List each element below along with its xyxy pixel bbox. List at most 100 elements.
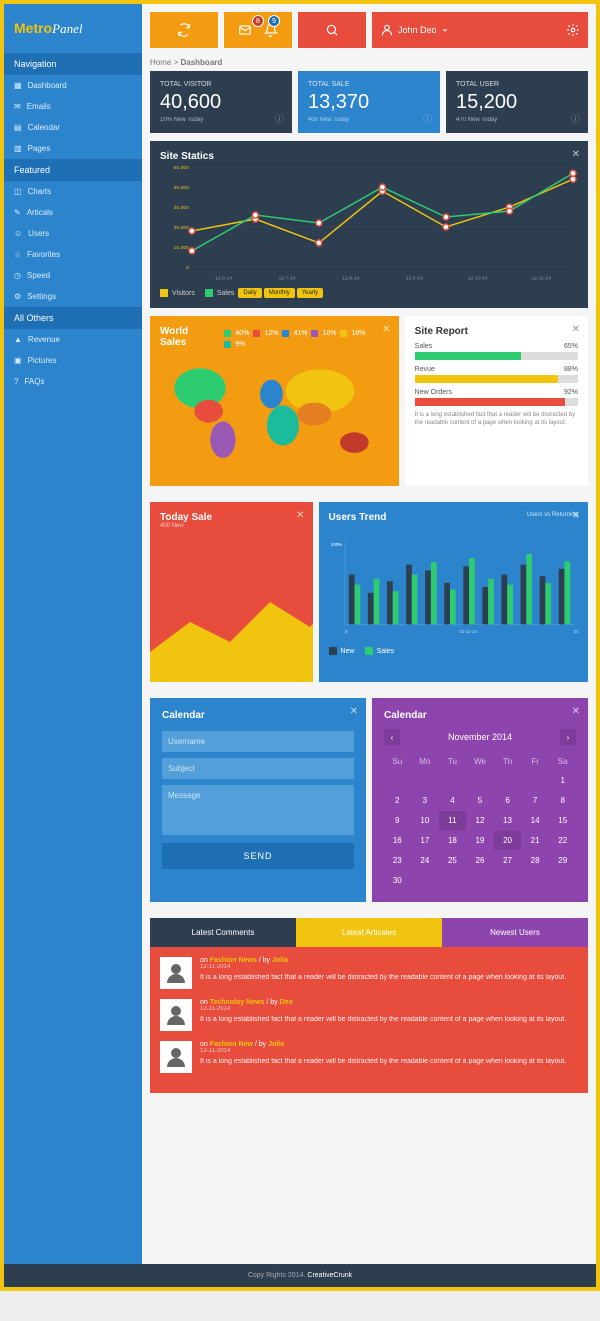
calendar-icon: ▤ xyxy=(14,123,22,132)
svg-text:12-6-14: 12-6-14 xyxy=(215,276,232,282)
cal-dow: Mo xyxy=(412,753,439,770)
tab-comments[interactable]: Latest Comments xyxy=(150,918,296,947)
svg-text:12-10-14: 12-10-14 xyxy=(468,276,488,282)
chart-yearly-button[interactable]: Yearly xyxy=(297,288,323,298)
cal-day[interactable]: 30 xyxy=(384,871,411,890)
cal-day[interactable]: 19 xyxy=(467,831,494,850)
svg-text:12-8-14: 12-8-14 xyxy=(342,276,359,282)
cal-day[interactable]: 11 xyxy=(439,811,466,830)
cal-day[interactable]: 18 xyxy=(439,831,466,850)
close-icon[interactable]: ✕ xyxy=(572,706,580,717)
main: 8 9 John Deo Home > Dashboard TOTAL VISI… xyxy=(142,4,596,1109)
sidebar: MetroPanel Navigation▦Dashboard✉Emails▤C… xyxy=(4,4,142,1264)
tab-articles[interactable]: Latest Articales xyxy=(296,918,442,947)
nav-item-emails[interactable]: ✉Emails xyxy=(4,96,142,117)
chevron-down-icon xyxy=(441,26,449,34)
cal-day[interactable]: 1 xyxy=(549,771,576,790)
search-tile[interactable] xyxy=(298,12,366,48)
subject-input[interactable] xyxy=(162,758,354,779)
nav-item-users[interactable]: ☺Users xyxy=(4,223,142,244)
cal-next-button[interactable]: › xyxy=(560,729,576,745)
nav-item-calendar[interactable]: ▤Calendar xyxy=(4,117,142,138)
chart-legend: Visitors Sales Daily Monthly Yearly xyxy=(160,288,578,298)
cal-dow: Tu xyxy=(439,753,466,770)
svg-text:50,000: 50,000 xyxy=(174,165,189,171)
today-sale-panel: ✕ Today Sale 400 New 400 xyxy=(150,502,313,682)
svg-text:10,000: 10,000 xyxy=(174,245,189,251)
cal-day[interactable]: 25 xyxy=(439,851,466,870)
nav-item-favorites[interactable]: ☆Favorites xyxy=(4,244,142,265)
cal-day[interactable]: 27 xyxy=(494,851,521,870)
message-input[interactable] xyxy=(162,785,354,835)
cal-day[interactable]: 6 xyxy=(494,791,521,810)
cal-day[interactable]: 9 xyxy=(384,811,411,830)
cal-dow: We xyxy=(467,753,494,770)
nav-item-faqs[interactable]: ?FAQs xyxy=(4,371,142,392)
cal-day[interactable]: 20 xyxy=(494,831,521,850)
nav-item-articals[interactable]: ✎Articals xyxy=(4,202,142,223)
mail-tile[interactable]: 8 9 xyxy=(224,12,292,48)
chart-daily-button[interactable]: Daily xyxy=(238,288,261,298)
info-icon[interactable]: ⓘ xyxy=(423,112,432,125)
cal-day[interactable]: 23 xyxy=(384,851,411,870)
cal-day[interactable]: 10 xyxy=(412,811,439,830)
cal-day[interactable]: 4 xyxy=(439,791,466,810)
cal-day[interactable]: 22 xyxy=(549,831,576,850)
cal-day xyxy=(467,771,494,790)
cal-day[interactable]: 2 xyxy=(384,791,411,810)
cal-day[interactable]: 7 xyxy=(522,791,549,810)
cal-day[interactable]: 5 xyxy=(467,791,494,810)
nav-item-settings[interactable]: ⚙Settings xyxy=(4,286,142,307)
chart-monthly-button[interactable]: Monthly xyxy=(264,288,295,298)
stats-row: TOTAL VISITOR40,60010% New Today ⓘ TOTAL… xyxy=(150,71,588,133)
cal-day[interactable]: 15 xyxy=(549,811,576,830)
world-map xyxy=(160,354,389,474)
nav-item-speed[interactable]: ◷Speed xyxy=(4,265,142,286)
nav-item-charts[interactable]: ◫Charts xyxy=(4,181,142,202)
cal-day xyxy=(439,871,466,890)
cal-day[interactable]: 14 xyxy=(522,811,549,830)
cal-dow: Th xyxy=(494,753,521,770)
send-button[interactable]: SEND xyxy=(162,843,354,869)
cal-day[interactable]: 8 xyxy=(549,791,576,810)
close-icon[interactable]: ✕ xyxy=(296,510,304,521)
cal-day[interactable]: 24 xyxy=(412,851,439,870)
cal-day xyxy=(522,871,549,890)
nav-item-revenue[interactable]: ▲Revenue xyxy=(4,329,142,350)
cal-day[interactable]: 21 xyxy=(522,831,549,850)
svg-text:12-7-14: 12-7-14 xyxy=(279,276,296,282)
close-icon[interactable]: ✕ xyxy=(572,510,580,521)
cal-prev-button[interactable]: ‹ xyxy=(384,729,400,745)
avatar xyxy=(160,957,192,989)
search-icon xyxy=(325,23,339,37)
cal-day[interactable]: 26 xyxy=(467,851,494,870)
panel-title: Calendar xyxy=(384,710,576,721)
cal-day[interactable]: 28 xyxy=(522,851,549,870)
close-icon[interactable]: ✕ xyxy=(382,324,390,335)
close-icon[interactable]: ✕ xyxy=(572,324,580,335)
gear-icon[interactable] xyxy=(566,23,580,37)
nav-item-pages[interactable]: ▥Pages xyxy=(4,138,142,159)
close-icon[interactable]: ✕ xyxy=(350,706,358,717)
panel-title: Site Statics xyxy=(160,151,578,162)
tab-users[interactable]: Newest Users xyxy=(442,918,588,947)
cal-day[interactable]: 12 xyxy=(467,811,494,830)
cal-day[interactable]: 16 xyxy=(384,831,411,850)
user-tile[interactable]: John Deo xyxy=(372,12,588,48)
info-icon[interactable]: ⓘ xyxy=(275,112,284,125)
svg-text:12-9-14: 12-9-14 xyxy=(406,276,423,282)
refresh-tile[interactable] xyxy=(150,12,218,48)
cal-day[interactable]: 17 xyxy=(412,831,439,850)
today-sub: 400 New xyxy=(160,523,303,529)
cal-day[interactable]: 13 xyxy=(494,811,521,830)
info-icon[interactable]: ⓘ xyxy=(571,112,580,125)
close-icon[interactable]: ✕ xyxy=(572,149,580,160)
revenue-icon: ▲ xyxy=(14,335,22,344)
cal-day[interactable]: 3 xyxy=(412,791,439,810)
cal-day[interactable]: 29 xyxy=(549,851,576,870)
stat-card: TOTAL USER15,200470 New Today ⓘ xyxy=(446,71,588,133)
pictures-icon: ▣ xyxy=(14,356,22,365)
nav-item-pictures[interactable]: ▣Pictures xyxy=(4,350,142,371)
username-input[interactable] xyxy=(162,731,354,752)
nav-item-dashboard[interactable]: ▦Dashboard xyxy=(4,75,142,96)
